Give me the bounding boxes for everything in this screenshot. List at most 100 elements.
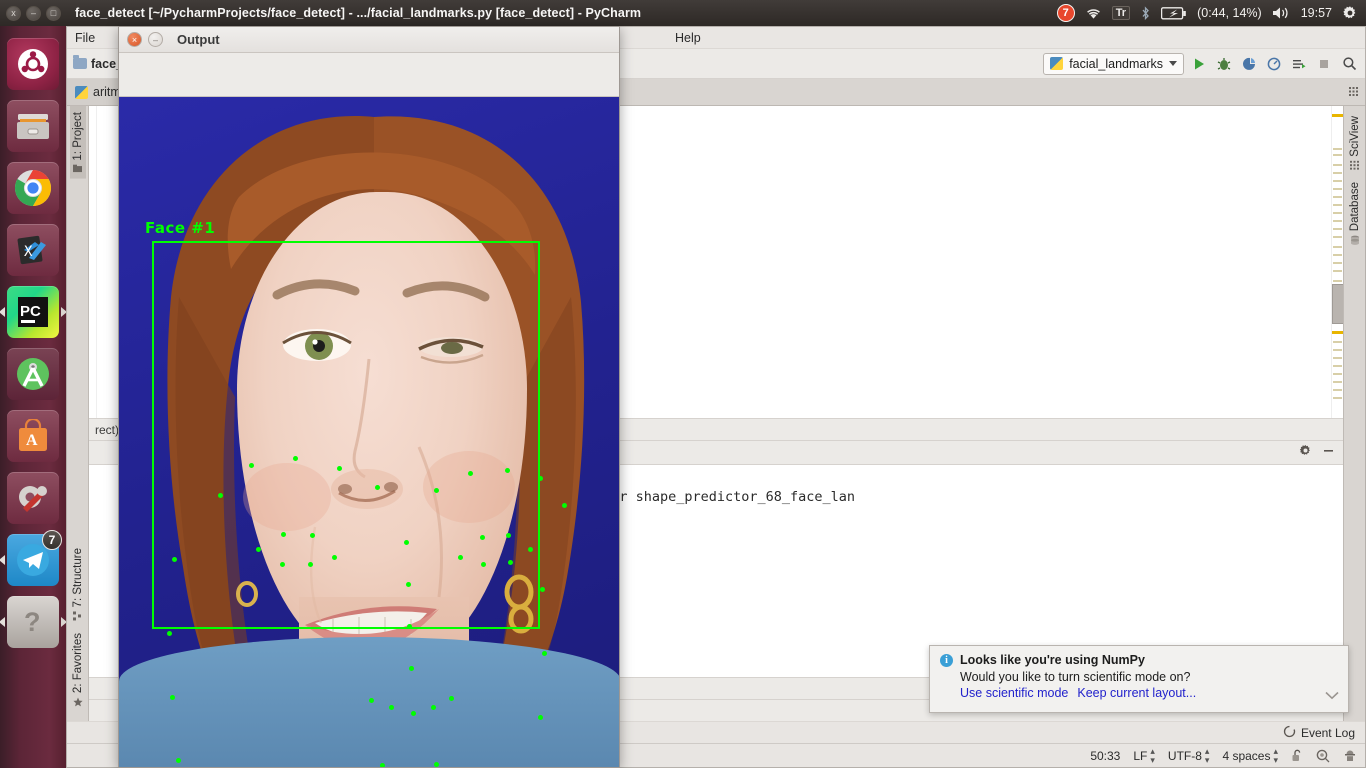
status-bar-right: 50:33 LF ▴ ▾ UTF-8 ▴ ▾ 4 spaces ▴ ▾ [1090,746,1357,765]
folder-icon [73,55,87,69]
launcher-item-help[interactable]: ? [0,596,67,648]
output-window-titlebar[interactable]: × – Output [119,27,619,53]
facial-landmark-point [430,704,436,710]
input-method-indicator[interactable]: Tr [1111,6,1131,20]
facial-landmark-point [380,763,386,767]
run-with-console-icon[interactable] [1289,54,1309,74]
inspection-icon[interactable] [1316,749,1330,763]
launcher-item-pycharm[interactable]: PC [0,286,67,338]
coverage-icon[interactable] [1239,54,1259,74]
search-icon[interactable] [1339,54,1359,74]
run-config-label: facial_landmarks [1069,56,1163,71]
launcher-item-ubuntu-software[interactable]: A [7,410,59,462]
volume-icon[interactable] [1272,6,1291,20]
facial-landmark-point [405,582,411,588]
wifi-icon[interactable] [1085,6,1102,20]
window-minimize-icon[interactable]: – [26,5,41,21]
window-title: face_detect [~/PycharmProjects/face_dete… [75,6,642,20]
event-log-icon [1283,725,1296,741]
sidebar-item-label: SciView [1348,116,1361,157]
run-configuration-selector[interactable]: facial_landmarks [1043,52,1184,75]
battery-icon[interactable] [1161,6,1187,20]
sidebar-item-database[interactable]: Database [1347,176,1363,251]
launcher-item-vscode[interactable]: X [7,224,59,276]
unlocked-icon[interactable] [1291,749,1303,762]
facial-landmark-point [479,535,485,540]
facial-landmark-point [336,466,342,472]
line-separator[interactable]: LF ▴ ▾ [1133,746,1155,765]
launcher-item-android-studio[interactable] [7,348,59,400]
clock[interactable]: 19:57 [1301,6,1332,20]
chevron-down-icon [1169,61,1177,66]
close-icon[interactable]: × [127,32,142,47]
facial-landmark-point [561,503,567,509]
menu-item-file[interactable]: File [75,31,95,45]
menu-item-help[interactable]: Help [675,31,701,45]
facial-landmark-point [467,471,473,477]
facial-landmark-point [167,630,173,636]
svg-text:PC: PC [20,303,41,320]
facial-landmark-point [279,561,285,567]
facial-landmark-point [457,555,463,561]
balloon-title: Looks like you're using NumPy [960,653,1145,667]
sidebar-item-structure[interactable]: 7: Structure [70,542,86,626]
caret-position[interactable]: 50:33 [1090,749,1120,763]
facial-landmark-point [331,555,337,561]
facial-landmark-point [368,697,374,703]
gear-icon[interactable] [1342,5,1358,21]
sidebar-item-label: 1: Project [71,112,84,161]
keep-current-layout-link[interactable]: Keep current layout... [1077,686,1196,700]
tray-messages[interactable]: 7 [1056,4,1075,22]
sciview-grid-icon[interactable] [1343,79,1365,105]
facial-landmark-point [256,546,262,552]
run-icon[interactable] [1189,54,1209,74]
sidebar-item-sciview[interactable]: SciView [1347,110,1363,176]
launcher-item-chrome[interactable] [7,162,59,214]
launcher-item-telegram[interactable]: 7 [0,530,62,586]
sidebar-item-label: 2: Favorites [71,632,84,693]
profile-icon[interactable] [1264,54,1284,74]
editor-gutter [89,106,97,418]
sidebar-item-project[interactable]: 1: Project [69,106,86,179]
balloon-body: Would you like to turn scientific mode o… [960,670,1191,684]
output-image-canvas: Face #1 [119,97,619,767]
svg-text:A: A [26,432,38,449]
use-scientific-mode-link[interactable]: Use scientific mode [960,686,1068,700]
balloon-title-row: i Looks like you're using NumPy [940,653,1338,667]
main-toolbar: facial_landmarks [1043,52,1359,75]
gear-icon[interactable] [1299,444,1312,462]
window-close-icon[interactable]: x [6,5,21,21]
launcher-item-files[interactable] [7,100,59,152]
minimize-icon[interactable] [1322,444,1335,462]
stop-icon[interactable] [1314,54,1334,74]
numpy-notification-balloon: i Looks like you're using NumPy Would yo… [929,645,1349,713]
svg-text:X: X [24,244,33,260]
battery-label: (0:44, 14%) [1197,6,1262,20]
debug-icon[interactable] [1214,54,1234,74]
sidebar-item-favorites[interactable]: 2: Favorites [70,627,86,713]
error-stripe-marks [1332,106,1343,418]
minimize-icon[interactable]: – [148,32,163,47]
python-file-icon [1050,57,1064,70]
launcher-item-system-settings[interactable] [7,472,59,524]
left-tool-stripe: 1: Project 7: Structure 2: Favorites [67,106,89,721]
editor-error-stripe[interactable] [1331,106,1343,418]
output-window-title: Output [177,32,220,47]
launcher-item-ubuntu-dash[interactable] [7,38,59,90]
messages-badge: 7 [1056,4,1075,22]
window-controls[interactable]: x – □ [6,5,61,21]
file-encoding[interactable]: UTF-8 ▴ ▾ [1168,746,1210,765]
ubuntu-top-panel: x – □ face_detect [~/PycharmProjects/fac… [0,0,1366,26]
ubuntu-launcher: X PC A 7 ? [0,26,67,768]
facial-landmark-point [172,556,178,562]
event-log-label[interactable]: Event Log [1301,726,1355,740]
bluetooth-icon[interactable] [1140,5,1151,21]
facial-landmark-point [404,540,409,546]
hector-icon[interactable] [1343,749,1357,763]
chevron-down-icon[interactable] [1325,688,1339,703]
telegram-badge: 7 [42,530,62,550]
indent-setting[interactable]: 4 spaces ▴ ▾ [1222,746,1278,765]
sidebar-item-label: 7: Structure [71,548,84,608]
window-maximize-icon[interactable]: □ [46,5,61,21]
sidebar-item-label: Database [1348,181,1361,231]
